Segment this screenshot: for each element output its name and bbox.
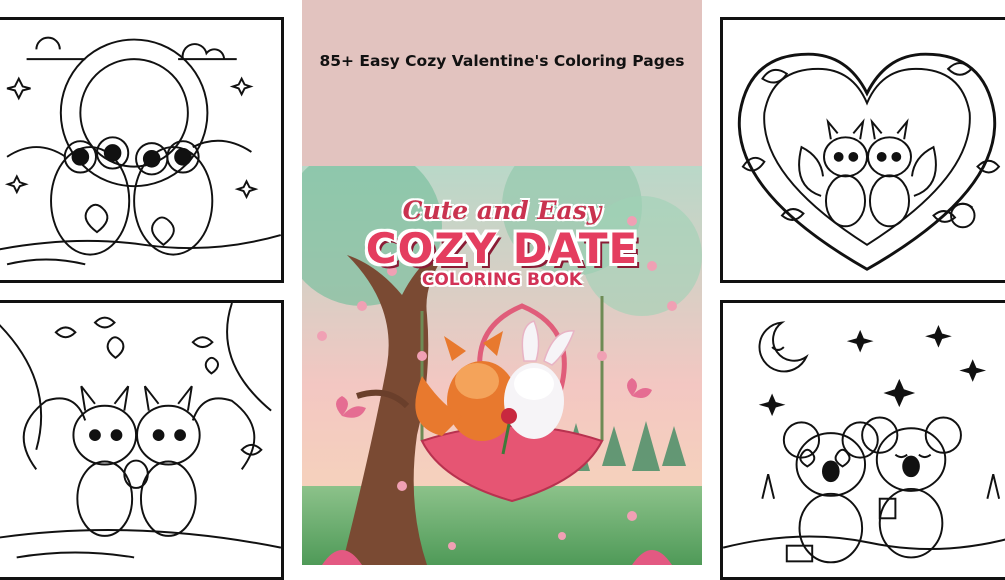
coloring-page-squirrels-tree <box>0 300 284 580</box>
coloring-page-koalas <box>720 300 1005 580</box>
book-cover: Cute and Easy COZY DATE COLORING BOOK <box>302 166 702 565</box>
koalas-illustration <box>723 321 1005 564</box>
page-title: 85+ Easy Cozy Valentine's Coloring Pages <box>319 52 685 70</box>
squirrels-tree-illustration <box>0 303 281 559</box>
owls-illustration <box>0 36 281 266</box>
center-column: 85+ Easy Cozy Valentine's Coloring Pages <box>302 0 702 565</box>
coloring-page-owls <box>0 17 284 283</box>
squirrels-heart-illustration <box>737 52 1001 271</box>
cover-title: COZY DATE <box>365 224 639 273</box>
cover-subtitle: Cute and Easy <box>402 196 602 225</box>
coloring-page-squirrels-heart <box>720 17 1005 283</box>
cover-book-label: COLORING BOOK <box>421 270 583 290</box>
